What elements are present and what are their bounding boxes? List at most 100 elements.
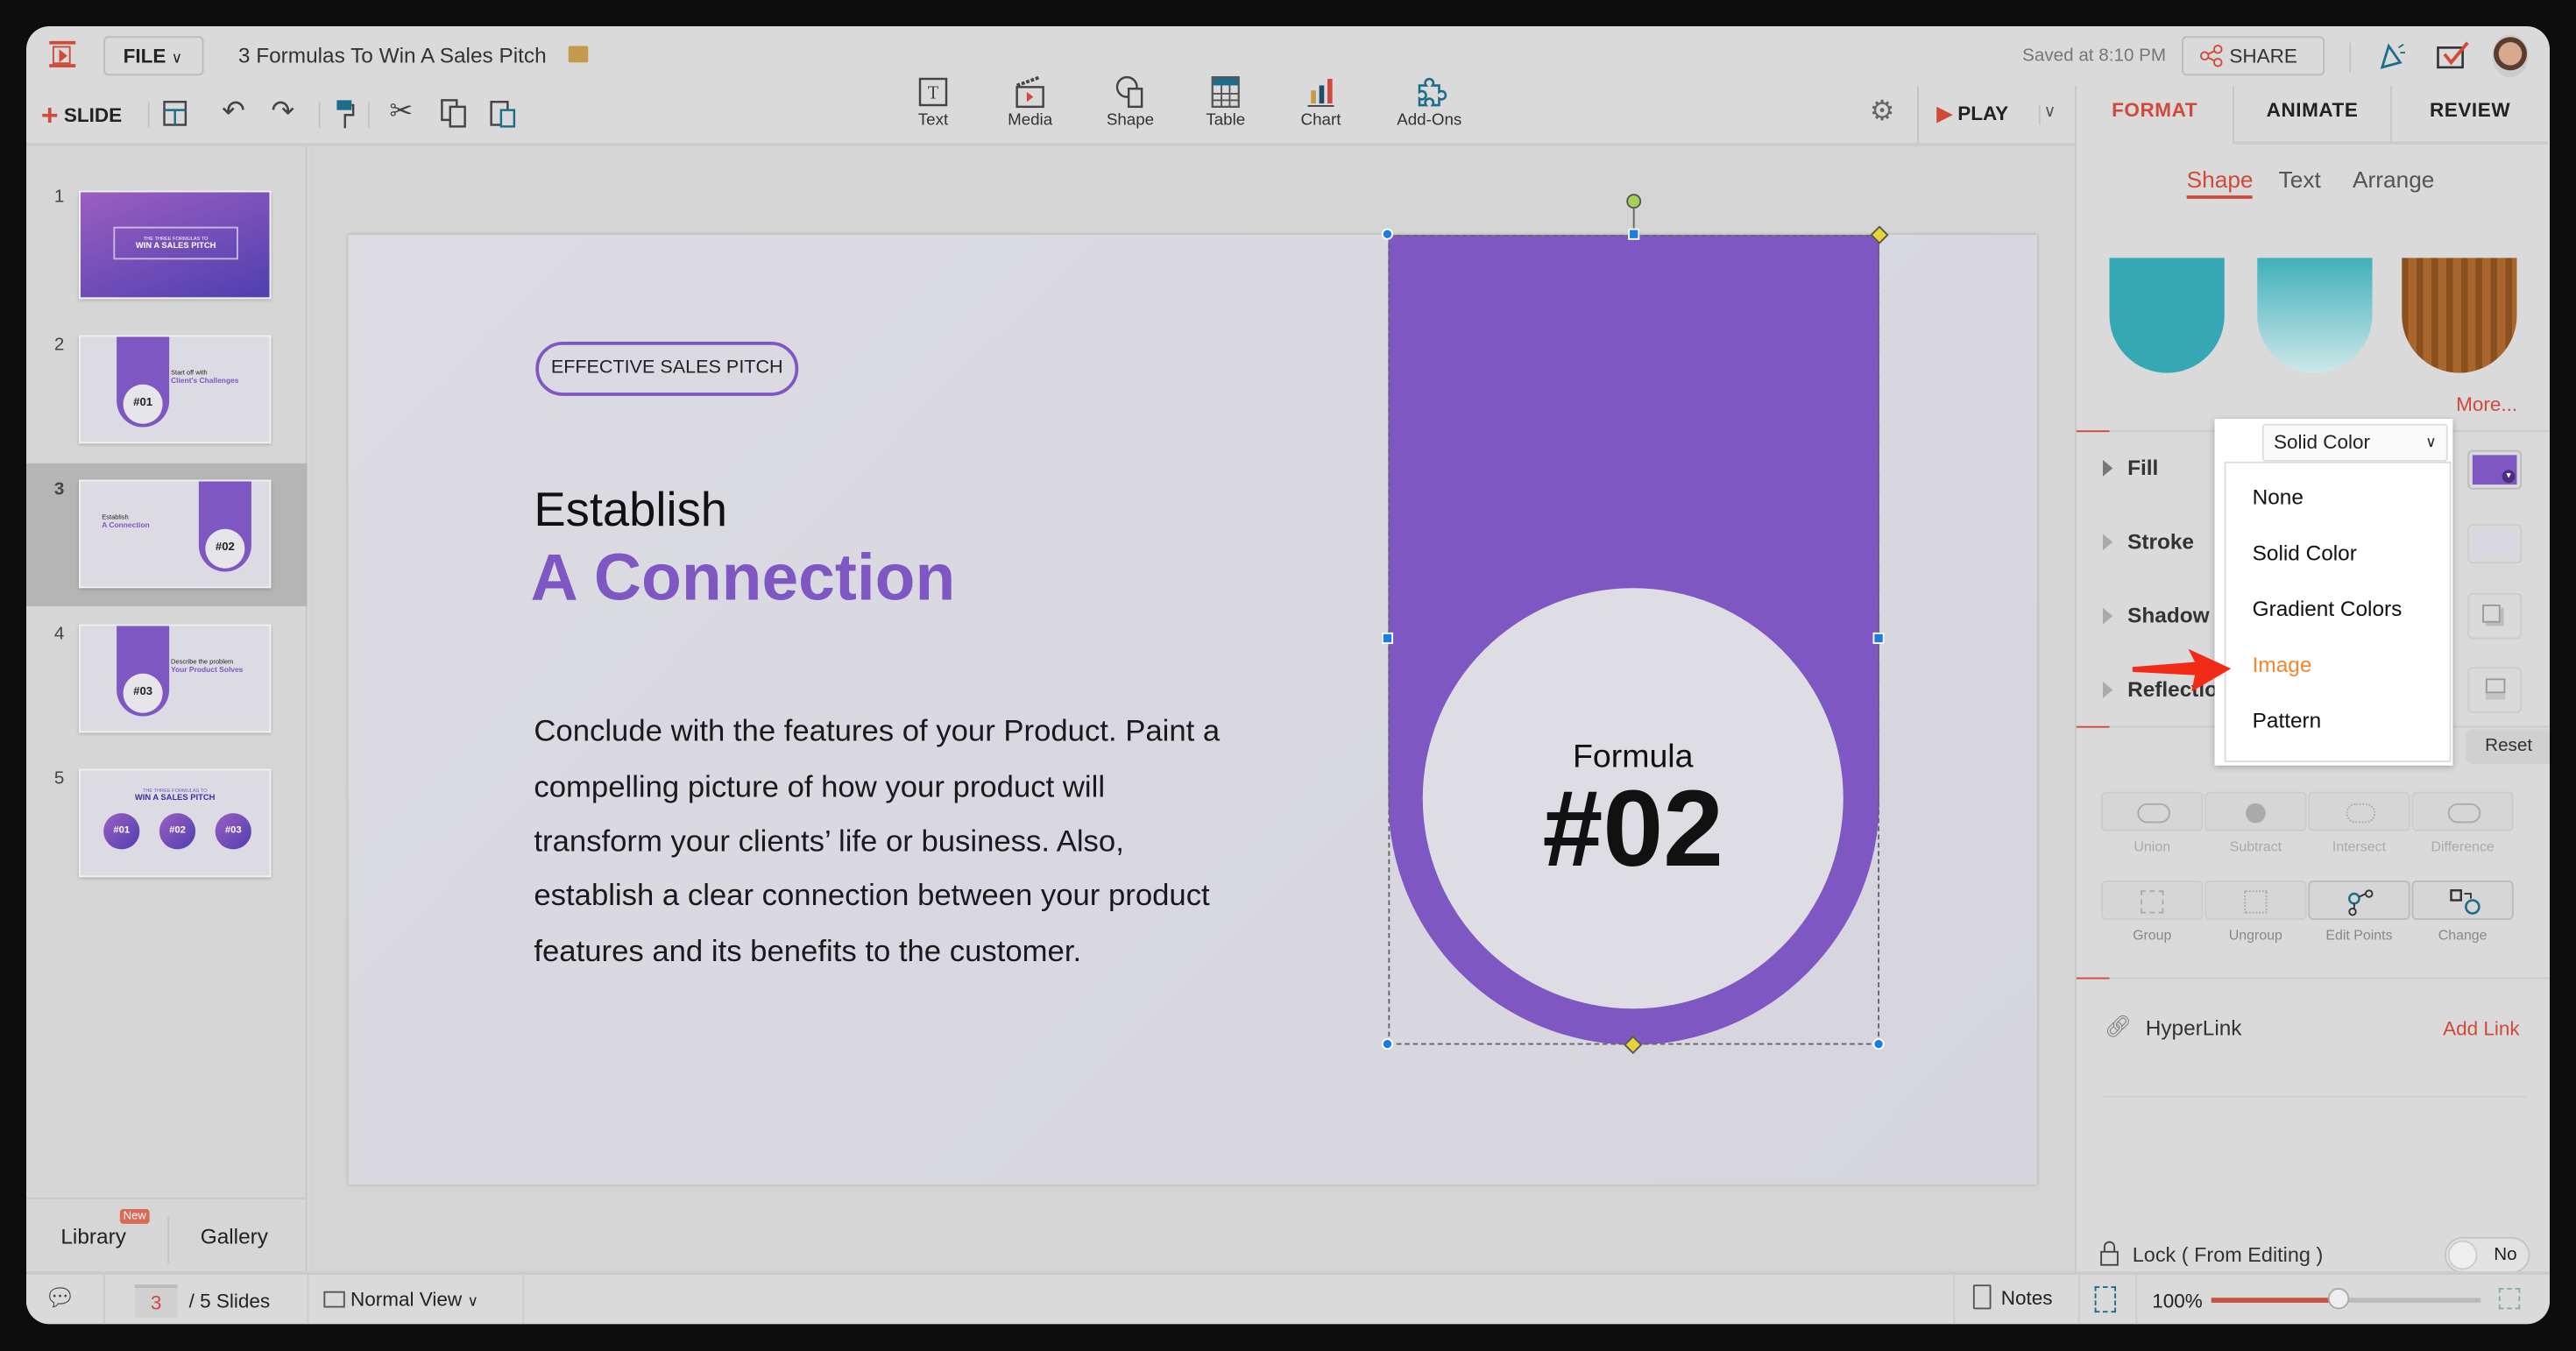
- heading-line2[interactable]: A Connection: [531, 542, 956, 616]
- fill-type-options: None Solid Color Gradient Colors Image P…: [2224, 461, 2452, 762]
- file-label: FILE: [123, 44, 166, 67]
- reflection-preset-button[interactable]: [2467, 667, 2523, 713]
- resize-handle-w[interactable]: [1381, 632, 1393, 644]
- option-image[interactable]: Image: [2253, 652, 2312, 676]
- shape-style-teal-gradient[interactable]: [2257, 258, 2373, 373]
- shadow-icon: [2482, 605, 2501, 623]
- lock-label: Lock ( From Editing ): [2132, 1243, 2324, 1267]
- resize-handle-sw[interactable]: [1381, 1038, 1393, 1050]
- subtab-arrange[interactable]: Arrange: [2353, 166, 2434, 192]
- play-options-chevron-icon[interactable]: ∨: [2044, 103, 2056, 122]
- notes-button[interactable]: Notes: [1972, 1284, 2053, 1310]
- resize-handle-e[interactable]: [1872, 632, 1885, 644]
- shape-style-teal[interactable]: [2109, 258, 2225, 373]
- insert-shape-button[interactable]: Shape: [1089, 75, 1171, 130]
- more-styles-link[interactable]: More...: [2456, 393, 2517, 415]
- stroke-color-swatch[interactable]: [2467, 524, 2523, 564]
- insert-table-button[interactable]: Table: [1185, 75, 1267, 130]
- change-shape-button[interactable]: [2411, 881, 2514, 920]
- zoom-slider-fill: [2211, 1298, 2339, 1303]
- shadow-preset-button[interactable]: [2467, 592, 2523, 640]
- share-button[interactable]: SHARE: [2182, 36, 2325, 76]
- fullscreen-icon[interactable]: [2498, 1288, 2521, 1310]
- edit-points-label: Edit Points: [2325, 926, 2393, 944]
- announcement-icon[interactable]: [2375, 39, 2409, 73]
- fill-color-swatch[interactable]: ▼: [2467, 449, 2523, 490]
- fit-slide-icon[interactable]: [2094, 1286, 2116, 1313]
- copy-icon[interactable]: [441, 99, 467, 129]
- slide-canvas[interactable]: EFFECTIVE SALES PITCH Establish A Connec…: [348, 194, 2037, 1185]
- union-icon: [2137, 803, 2170, 824]
- zoom-slider-knob[interactable]: [2328, 1288, 2350, 1310]
- play-button[interactable]: ▶ PLAY: [1937, 102, 2009, 124]
- lock-toggle[interactable]: No: [2445, 1236, 2530, 1274]
- heading-line1[interactable]: Establish: [534, 485, 727, 539]
- settings-gear-icon[interactable]: ⚙: [1870, 95, 1895, 129]
- library-button[interactable]: Library: [60, 1224, 126, 1248]
- slide-thumbnail-2[interactable]: #01 Start off with Client's Challenges: [79, 335, 272, 444]
- document-title[interactable]: 3 Formulas To Win A Sales Pitch: [238, 43, 547, 67]
- save-status: Saved at 8:10 PM: [2022, 46, 2167, 67]
- insert-addons-button[interactable]: Add-Ons: [1388, 75, 1470, 130]
- slide-thumbnail-4[interactable]: #03 Describe the problem Your Product So…: [79, 624, 272, 733]
- feedback-icon[interactable]: [2437, 41, 2473, 71]
- bar-chart-icon: [1307, 79, 1334, 107]
- insert-chart-button[interactable]: Chart: [1280, 75, 1362, 130]
- gallery-button[interactable]: Gallery: [201, 1224, 268, 1248]
- rotation-handle[interactable]: [1626, 194, 1642, 209]
- add-slide-button[interactable]: + SLIDE: [41, 99, 122, 133]
- resize-handle-se[interactable]: [1872, 1038, 1885, 1050]
- edit-points-button[interactable]: [2308, 881, 2410, 920]
- reset-button[interactable]: Reset: [2466, 729, 2550, 764]
- resize-handle-nw[interactable]: [1381, 228, 1393, 240]
- body-line[interactable]: features and its benefits to the custome…: [534, 933, 1081, 969]
- undo-icon[interactable]: ↶: [222, 95, 245, 129]
- redo-icon[interactable]: ↷: [271, 95, 294, 129]
- view-mode-select[interactable]: Normal View ∨: [323, 1288, 478, 1311]
- option-pattern[interactable]: Pattern: [2253, 708, 2322, 732]
- zoom-slider[interactable]: [2211, 1288, 2481, 1310]
- tab-animate[interactable]: ANIMATE: [2233, 85, 2391, 145]
- slide-thumbnail-5[interactable]: THE THREE FORMULAS TO WIN A SALES PITCH …: [79, 768, 272, 878]
- file-menu-button[interactable]: FILE ∨: [103, 36, 204, 76]
- layout-icon[interactable]: [163, 100, 188, 126]
- resize-handle-n[interactable]: [1628, 228, 1640, 240]
- insert-media-button[interactable]: Media: [989, 75, 1072, 130]
- comments-icon[interactable]: 💬︎: [45, 1283, 76, 1312]
- body-line[interactable]: transform your clients’ life or business…: [534, 823, 1123, 859]
- slide-thumbnail-3[interactable]: #02 Establish A Connection: [79, 479, 272, 589]
- shape-style-wood[interactable]: [2402, 258, 2517, 373]
- group-button: [2101, 881, 2204, 920]
- app-logo-icon[interactable]: [49, 40, 76, 67]
- option-gradient-colors[interactable]: Gradient Colors: [2253, 597, 2403, 621]
- folder-icon[interactable]: [568, 46, 589, 63]
- fill-section-label[interactable]: Fill: [2127, 455, 2158, 479]
- shadow-section-label[interactable]: Shadow: [2127, 603, 2209, 627]
- stroke-section-label[interactable]: Stroke: [2127, 529, 2194, 554]
- cut-icon[interactable]: ✂: [389, 95, 413, 129]
- page-number-input[interactable]: 3: [134, 1284, 178, 1318]
- option-none[interactable]: None: [2253, 485, 2304, 509]
- body-line[interactable]: compelling picture of how your product w…: [534, 769, 1105, 805]
- insert-text-label: Text: [917, 111, 949, 131]
- slides-panel: 1 THE THREE FORMULAS TO WIN A SALES PITC…: [26, 145, 308, 1272]
- insert-text-button[interactable]: T Text: [892, 75, 974, 130]
- subtab-text[interactable]: Text: [2279, 166, 2321, 192]
- paste-icon[interactable]: [490, 99, 516, 129]
- add-link-button[interactable]: Add Link: [2443, 1017, 2520, 1040]
- pill-label[interactable]: EFFECTIVE SALES PITCH: [535, 342, 799, 396]
- table-icon: [1211, 76, 1240, 108]
- tab-format[interactable]: FORMAT: [2075, 85, 2233, 145]
- user-avatar[interactable]: [2492, 34, 2529, 78]
- thumb-line2: Client's Challenges: [171, 376, 239, 385]
- subtab-shape[interactable]: Shape: [2186, 166, 2254, 199]
- body-line[interactable]: establish a clear connection between you…: [534, 877, 1209, 913]
- slide-thumbnail-1[interactable]: THE THREE FORMULAS TO WIN A SALES PITCH: [79, 190, 272, 300]
- body-line[interactable]: Conclude with the features of your Produ…: [534, 713, 1220, 749]
- tab-review[interactable]: REVIEW: [2390, 85, 2549, 145]
- fill-type-select[interactable]: Solid Color ∨: [2261, 423, 2448, 462]
- option-solid-color[interactable]: Solid Color: [2253, 541, 2357, 565]
- annotation-arrow-icon: [2132, 648, 2232, 692]
- format-painter-icon[interactable]: [336, 99, 356, 132]
- lock-value: No: [2494, 1245, 2517, 1265]
